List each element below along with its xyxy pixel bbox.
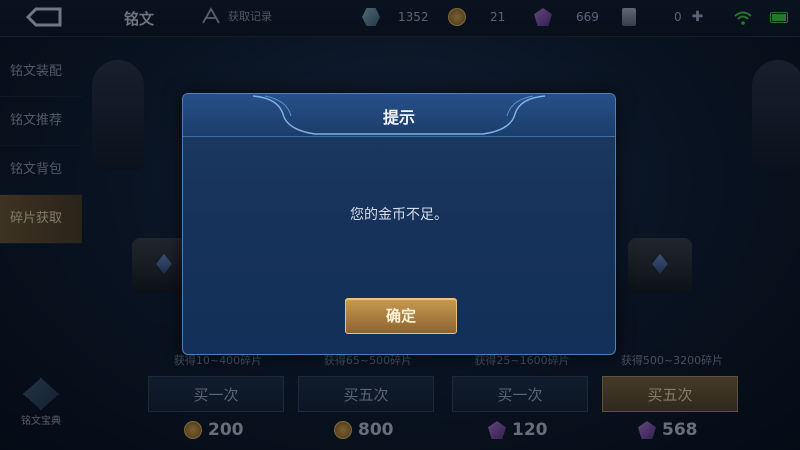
dialog-header: 提示 (183, 94, 615, 137)
alert-dialog: 提示 您的金币不足。 确定 (182, 93, 616, 355)
dialog-message: 您的金币不足。 (350, 207, 448, 223)
confirm-button[interactable]: 确定 (345, 298, 457, 334)
dialog-title: 提示 (382, 108, 415, 127)
